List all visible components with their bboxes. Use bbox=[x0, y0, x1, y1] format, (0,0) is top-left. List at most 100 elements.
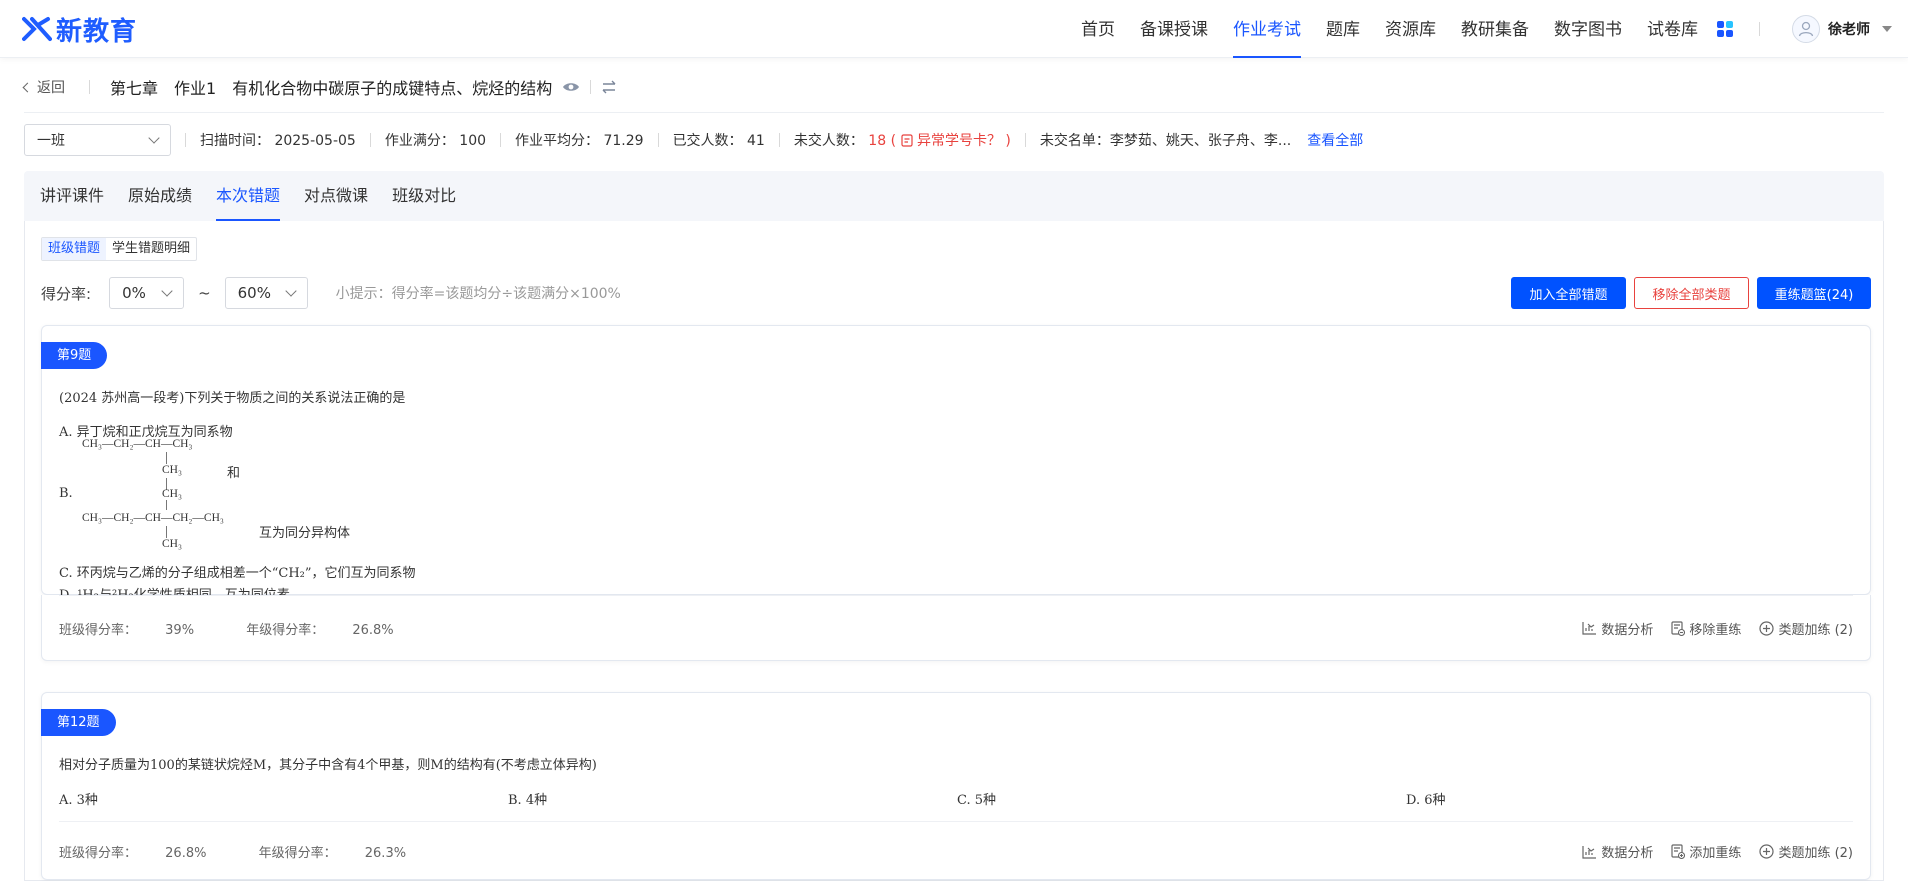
grade-score-rate-label: 年级得分率： bbox=[258, 846, 337, 861]
option-a: A. 3种 bbox=[59, 793, 98, 808]
score-rate-to-select[interactable]: 60% bbox=[224, 277, 308, 309]
class-score-rate: 班级得分率： 26.8% bbox=[59, 846, 230, 861]
view-all-link[interactable]: 查看全部 bbox=[1307, 130, 1363, 150]
header-divider bbox=[24, 112, 1884, 113]
segment-student-mistakes[interactable]: 学生错题明细 bbox=[106, 238, 196, 260]
unsubmitted-count-label: 未交人数： bbox=[793, 133, 864, 149]
top-navigation-bar: 新教育 首页 备课授课 作业考试 题库 资源库 教研集备 数字图书 试卷库 徐老… bbox=[0, 0, 1908, 58]
report-tabs: 讲评课件 原始成绩 本次错题 对点微课 班级对比 bbox=[24, 171, 1884, 221]
nav-item-homework-exam[interactable]: 作业考试 bbox=[1233, 0, 1301, 58]
range-tilde: ~ bbox=[198, 284, 211, 302]
tab-micro-lessons[interactable]: 对点微课 bbox=[304, 171, 368, 221]
question-stats: 班级得分率： 26.8% 年级得分率： 26.3% 数据分析 添加重练 类题加练… bbox=[59, 821, 1853, 881]
unsubmitted-list-label: 未交名单： bbox=[1039, 133, 1110, 149]
retrain-basket-button[interactable]: 重练题篮(24) bbox=[1757, 277, 1871, 309]
info-divider bbox=[185, 133, 186, 147]
swap-icon[interactable] bbox=[601, 80, 617, 94]
question-stats: 班级得分率： 39% 年级得分率： 26.8% 数据分析 移除重练 类题加练 (… bbox=[59, 595, 1853, 660]
nav-item-paper-bank[interactable]: 试卷库 bbox=[1647, 0, 1698, 58]
similar-practice-label: 类题加练 (2) bbox=[1778, 622, 1853, 638]
nav-item-home[interactable]: 首页 bbox=[1081, 0, 1115, 58]
score-rate-to-value: 60% bbox=[237, 284, 271, 302]
remove-retrain-label: 移除重练 bbox=[1689, 622, 1742, 638]
structure-1-main-chain: CH₃—CH₂—CH—CH₃ bbox=[82, 438, 193, 450]
similar-practice-button[interactable]: 类题加练 (2) bbox=[1759, 619, 1853, 638]
class-score-rate: 班级得分率： 39% bbox=[59, 623, 218, 638]
scan-time-label: 扫描时间： bbox=[200, 133, 270, 149]
add-all-mistakes-button[interactable]: 加入全部错题 bbox=[1511, 277, 1626, 309]
nav-item-question-bank[interactable]: 题库 bbox=[1326, 0, 1360, 58]
user-avatar-icon bbox=[1798, 21, 1814, 37]
mistakes-panel: 班级错题 学生错题明细 得分率: 0% ~ 60% 小提示：得分率=该题均分÷该… bbox=[24, 221, 1884, 881]
abnormal-card-link[interactable]: 异常学号卡？ bbox=[900, 133, 1006, 149]
back-button[interactable]: 返回 bbox=[22, 77, 65, 97]
tab-class-comparison[interactable]: 班级对比 bbox=[392, 171, 456, 221]
full-score-label: 作业满分： bbox=[384, 133, 455, 149]
full-score-value: 100 bbox=[459, 133, 487, 149]
structure-1-bond bbox=[166, 452, 167, 464]
document-remove-icon bbox=[1671, 620, 1686, 636]
user-menu[interactable]: 徐老师 bbox=[1792, 15, 1892, 43]
add-retrain-button[interactable]: 添加重练 bbox=[1671, 842, 1741, 861]
remove-all-similar-button[interactable]: 移除全部类题 bbox=[1634, 277, 1749, 309]
class-score-rate-value: 26.8% bbox=[165, 846, 207, 861]
info-divider bbox=[657, 133, 659, 147]
info-divider bbox=[778, 133, 780, 147]
question-card: 第9题 (2024 苏州高一段考)下列关于物质之间的关系说法正确的是 A. 异丁… bbox=[41, 325, 1871, 603]
grade-score-rate-value: 26.3% bbox=[364, 846, 407, 861]
structure-1-branch: CH₃ bbox=[162, 464, 182, 476]
grid-apps-icon[interactable] bbox=[1717, 21, 1733, 37]
score-rate-from-select[interactable]: 0% bbox=[109, 277, 185, 309]
assignment-label: 作业1 bbox=[174, 79, 217, 98]
score-rate-from-value: 0% bbox=[122, 284, 146, 302]
grade-score-rate-value: 26.8% bbox=[352, 622, 394, 638]
bar-chart-icon bbox=[1582, 845, 1597, 859]
chapter-label: 第七章 bbox=[110, 79, 159, 98]
segment-class-mistakes[interactable]: 班级错题 bbox=[42, 238, 107, 260]
class-select-value: 一班 bbox=[37, 133, 65, 149]
data-analysis-button[interactable]: 数据分析 bbox=[1582, 842, 1653, 861]
nav-item-digital-books[interactable]: 数字图书 bbox=[1554, 0, 1622, 58]
question-number-tag: 第12题 bbox=[41, 709, 116, 736]
question-number-tag: 第9题 bbox=[41, 342, 108, 369]
question-actions: 数据分析 移除重练 类题加练 (2) bbox=[1564, 619, 1853, 638]
chevron-down-icon bbox=[284, 285, 297, 297]
bar-chart-icon bbox=[1582, 622, 1597, 635]
grade-score-rate: 年级得分率： 26.8% bbox=[246, 623, 417, 638]
info-divider bbox=[1024, 133, 1026, 147]
score-rates: 班级得分率： 39% 年级得分率： 26.8% bbox=[59, 619, 442, 638]
plus-circle-icon bbox=[1759, 620, 1775, 636]
option-b-structures: CH₃—CH₂—CH—CH₃ CH₃ 和 CH₃ CH₃—CH₂—CH—CH₂—… bbox=[82, 438, 382, 558]
page-header: 返回 第七章 作业1 有机化合物中碳原子的成键特点、烷烃的结构 bbox=[22, 70, 1884, 104]
question-actions: 数据分析 添加重练 类题加练 (2) bbox=[1564, 842, 1853, 861]
chevron-down-icon bbox=[1882, 26, 1892, 32]
tab-lecture-courseware[interactable]: 讲评课件 bbox=[40, 171, 104, 221]
nav-item-lesson-prep[interactable]: 备课授课 bbox=[1140, 0, 1208, 58]
class-score-rate-label: 班级得分率： bbox=[59, 622, 138, 638]
tab-current-mistakes[interactable]: 本次错题 bbox=[216, 171, 281, 221]
option-c: C. 环丙烷与乙烯的分子组成相差一个“CH₂”，它们互为同系物 bbox=[59, 566, 416, 581]
unsubmitted-list: 未交名单：李梦茹、姚天、张子舟、李... bbox=[1040, 130, 1291, 150]
data-analysis-button[interactable]: 数据分析 bbox=[1582, 619, 1653, 638]
submitted-count-label: 已交人数： bbox=[672, 133, 743, 149]
option-b-and: 和 bbox=[227, 466, 241, 481]
question-card-footer-wrap: 班级得分率： 39% 年级得分率： 26.8% 数据分析 移除重练 类题加练 (… bbox=[41, 595, 1871, 661]
option-b-label: B. bbox=[59, 486, 73, 501]
full-score: 作业满分： 100 bbox=[385, 130, 486, 150]
nav-item-research[interactable]: 教研集备 bbox=[1461, 0, 1529, 58]
question-stem: (2024 苏州高一段考)下列关于物质之间的关系说法正确的是 bbox=[59, 391, 406, 406]
chevron-down-icon bbox=[148, 132, 160, 144]
score-rate-hint: 小提示：得分率=该题均分÷该题满分×100% bbox=[335, 286, 621, 302]
remove-retrain-button[interactable]: 移除重练 bbox=[1671, 619, 1741, 638]
average-score-value: 71.29 bbox=[603, 133, 644, 149]
plus-circle-icon bbox=[1759, 844, 1775, 859]
score-rate-filter: 得分率: 0% ~ 60% 小提示：得分率=该题均分÷该题满分×100% 加入全… bbox=[41, 277, 1871, 309]
class-select[interactable]: 一班 bbox=[24, 124, 171, 156]
nav-item-resources[interactable]: 资源库 bbox=[1385, 0, 1436, 58]
average-score-label: 作业平均分： bbox=[515, 133, 600, 149]
tab-raw-scores[interactable]: 原始成绩 bbox=[128, 171, 192, 221]
brand-logo[interactable]: 新教育 bbox=[22, 12, 137, 47]
eye-icon[interactable] bbox=[562, 81, 580, 93]
similar-practice-button[interactable]: 类题加练 (2) bbox=[1759, 842, 1853, 861]
grade-score-rate-label: 年级得分率： bbox=[246, 622, 325, 638]
